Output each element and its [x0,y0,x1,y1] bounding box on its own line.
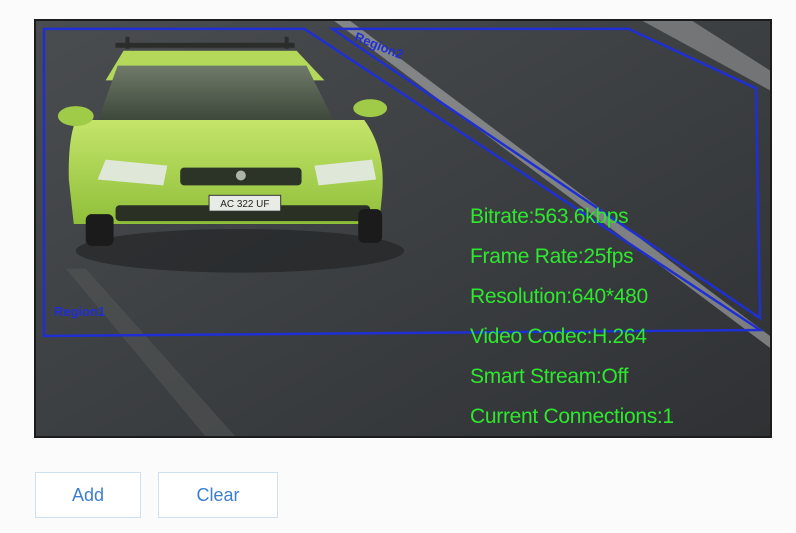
license-plate: AC 322 UF [220,199,269,210]
bitrate-text: Bitrate:563.6kbps [470,205,629,228]
current-connections-text: Current Connections:1 [470,405,674,428]
region1-label: Region1 [54,304,106,319]
resolution-text: Resolution:640*480 [470,285,648,308]
live-video-view[interactable]: AC 322 UF Region1 Region2 Bitrate:563.6k… [34,19,772,438]
car-shadow [75,228,404,273]
video-codec-text: Video Codec:H.264 [470,325,647,348]
frame-rate-text: Frame Rate:25fps [470,245,634,268]
stream-info-overlay: Bitrate:563.6kbps Frame Rate:25fps Resol… [470,197,674,436]
clear-button[interactable]: Clear [158,472,278,518]
smart-stream-text: Smart Stream:Off [470,365,629,388]
video-detection-page: AC 322 UF Region1 Region2 Bitrate:563.6k… [0,0,796,533]
add-button[interactable]: Add [35,472,141,518]
